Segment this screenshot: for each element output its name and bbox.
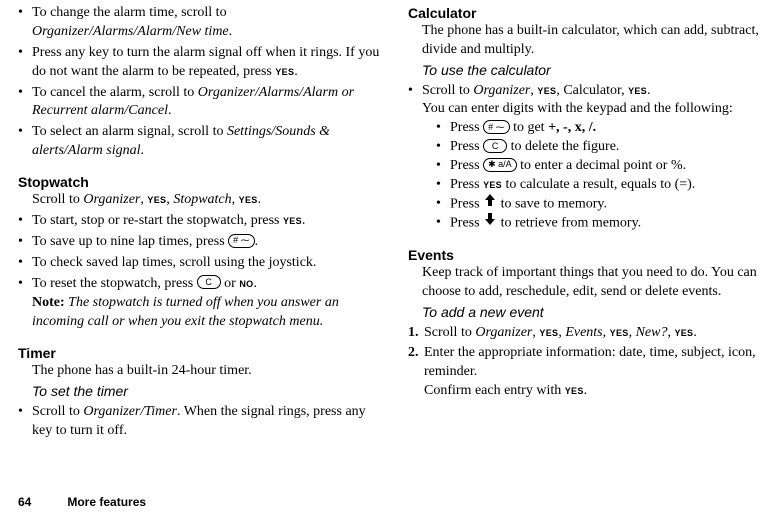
page-footer: 64 More features [18, 494, 146, 510]
calculator-heading: Calculator [408, 4, 770, 23]
calc-sub-c: Press C to delete the figure. [436, 138, 770, 157]
calc-sub-star: Press ✱ a/A to enter a decimal point or … [436, 157, 770, 176]
timer-subheading: To set the timer [18, 382, 380, 401]
arrow-down-icon [483, 213, 497, 232]
stopwatch-bullet-reset: To reset the stopwatch, press C or NO. [18, 275, 380, 294]
stopwatch-bullet-start: To start, stop or re-start the stopwatch… [18, 212, 380, 231]
right-column: Calculator The phone has a built-in calc… [408, 4, 770, 443]
calculator-bullet-scroll: Scroll to Organizer, YES, Calculator, YE… [408, 82, 770, 234]
timer-heading: Timer [18, 344, 380, 363]
yes-label: YES [275, 67, 294, 77]
events-step-2: 2. Enter the appropriate information: da… [408, 344, 770, 401]
stopwatch-heading: Stopwatch [18, 173, 380, 192]
stopwatch-bullets: To start, stop or re-start the stopwatch… [18, 212, 380, 294]
stopwatch-bullet-lap: To save up to nine lap times, press # ⁓. [18, 233, 380, 252]
calc-sub-up: Press to save to memory. [436, 195, 770, 215]
timer-text: The phone has a built-in 24-hour timer. [18, 362, 380, 381]
page-number: 64 [18, 495, 31, 509]
stopwatch-note: Note: The stopwatch is turned off when y… [18, 294, 380, 332]
footer-section: More features [67, 495, 146, 509]
calculator-intro2: You can enter digits with the keypad and… [422, 100, 770, 119]
calc-sub-yes: Press YES to calculate a result, equals … [436, 176, 770, 195]
stopwatch-intro: Scroll to Organizer, YES, Stopwatch, YES… [18, 191, 380, 210]
left-column: To change the alarm time, scroll to Orga… [18, 4, 380, 443]
c-key-icon: C [483, 139, 507, 153]
calculator-subheading: To use the calculator [408, 61, 770, 80]
stopwatch-bullet-check: To check saved lap times, scroll using t… [18, 254, 380, 273]
events-heading: Events [408, 246, 770, 265]
events-steps: 1. Scroll to Organizer, YES, Events, YES… [408, 324, 770, 402]
arrow-up-icon [483, 194, 497, 213]
calculator-text: The phone has a built-in calculator, whi… [408, 22, 770, 60]
calc-sub-down: Press to retrieve from memory. [436, 214, 770, 234]
alarm-bullet-cancel: To cancel the alarm, scroll to Organizer… [18, 84, 380, 122]
hash-key-icon: # ⁓ [483, 120, 510, 134]
c-key-icon: C [197, 275, 221, 289]
alarm-bullet-press-key: Press any key to turn the alarm signal o… [18, 44, 380, 82]
alarm-bullet-change-time: To change the alarm time, scroll to Orga… [18, 4, 380, 42]
events-step-1: 1. Scroll to Organizer, YES, Events, YES… [408, 324, 770, 343]
alarm-bullet-select-signal: To select an alarm signal, scroll to Set… [18, 123, 380, 161]
calculator-bullets: Scroll to Organizer, YES, Calculator, YE… [408, 82, 770, 234]
timer-bullets: Scroll to Organizer/Timer. When the sign… [18, 403, 380, 441]
events-subheading: To add a new event [408, 303, 770, 322]
timer-bullet-scroll: Scroll to Organizer/Timer. When the sign… [18, 403, 380, 441]
calc-sub-hash: Press # ⁓ to get +, -, x, /. [436, 119, 770, 138]
star-key-icon: ✱ a/A [483, 158, 517, 172]
calculator-sub-bullets: Press # ⁓ to get +, -, x, /. Press C to … [436, 119, 770, 234]
events-text: Keep track of important things that you … [408, 264, 770, 302]
hash-key-icon: # ⁓ [228, 234, 255, 248]
alarm-bullets: To change the alarm time, scroll to Orga… [18, 4, 380, 161]
